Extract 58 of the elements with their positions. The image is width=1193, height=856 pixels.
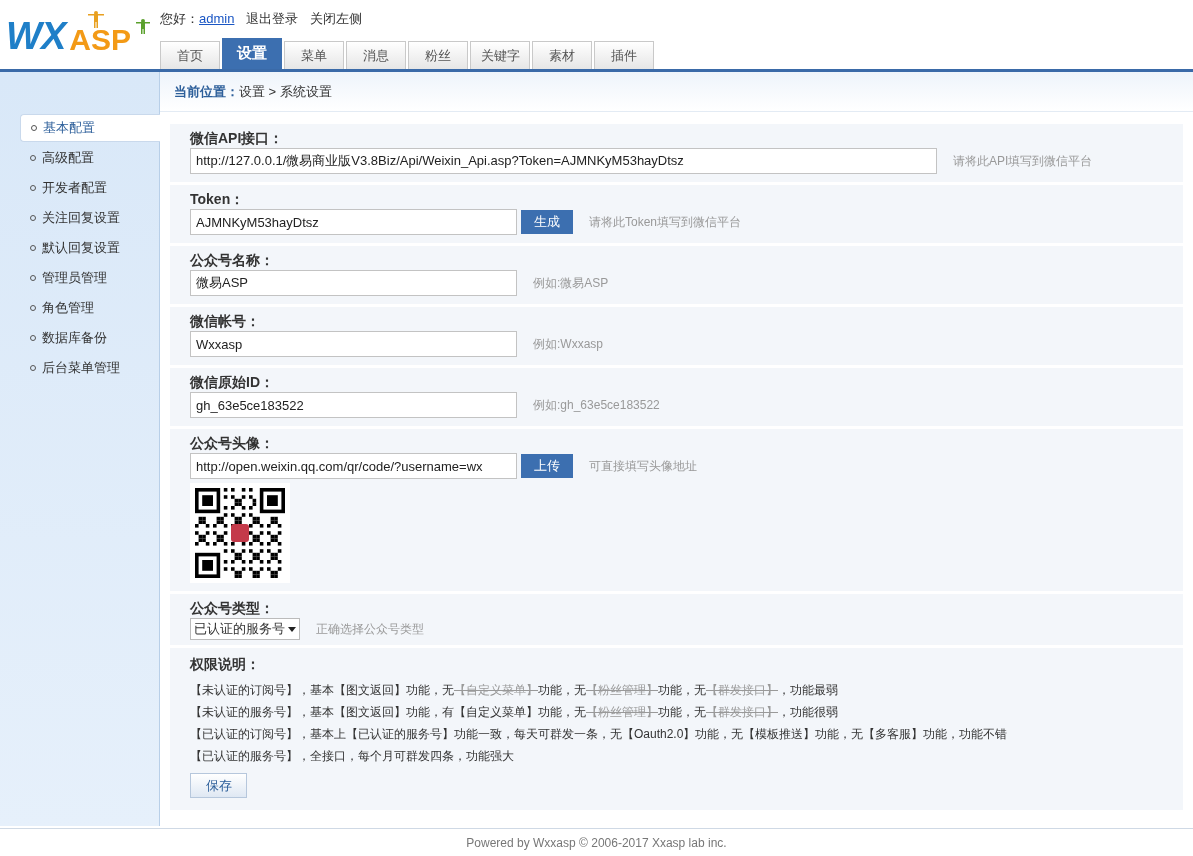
- sidebar-item[interactable]: 默认回复设置: [20, 234, 159, 262]
- tab[interactable]: 关键字: [470, 41, 530, 69]
- field-label: 公众号头像：: [190, 433, 275, 453]
- sidebar-item[interactable]: 后台菜单管理: [20, 354, 159, 382]
- field-label: 微信原始ID：: [190, 372, 275, 392]
- hint-text: 请将此API填写到微信平台: [953, 153, 1093, 170]
- tab[interactable]: 菜单: [284, 41, 344, 69]
- sidebar-item[interactable]: 开发者配置: [20, 174, 159, 202]
- hint-text: 例如:微易ASP: [533, 275, 609, 292]
- breadcrumb-path: 设置 > 系统设置: [239, 82, 332, 101]
- caret-icon: [288, 626, 296, 632]
- text-input[interactable]: http://127.0.0.1/微易商业版V3.8Biz/Api/Weixin_Api.asp?Token=AJMNKyM53hayDtsz: [190, 148, 937, 174]
- field-label: 公众号类型：: [190, 598, 275, 618]
- hint-text: 请将此Token填写到微信平台: [589, 214, 742, 231]
- tab[interactable]: 消息: [346, 41, 406, 69]
- logo-text: WX: [6, 17, 66, 55]
- sidebar-item[interactable]: 基本配置: [20, 114, 160, 142]
- permission-line: 【未认证的服务号】，基本【图文返回】功能，有【自定义菜单】功能，无【粉丝管理】功能，无【群发接口】，功能很弱: [190, 704, 839, 721]
- hint-text: 可直接填写头像地址: [589, 458, 697, 475]
- text-input[interactable]: http://open.weixin.qq.com/qr/code/?username=wx: [190, 453, 517, 479]
- text-input[interactable]: Wxxasp: [190, 331, 517, 357]
- user-link[interactable]: admin: [199, 9, 235, 34]
- save-button[interactable]: 保存: [190, 773, 247, 798]
- generate-button[interactable]: 生成: [521, 210, 573, 234]
- text-input[interactable]: AJMNKyM53hayDtsz: [190, 209, 517, 235]
- tab[interactable]: 素材: [532, 41, 592, 69]
- tab[interactable]: 粉丝: [408, 41, 468, 69]
- field-label: Token：: [190, 189, 246, 209]
- permission-line: 【已认证的服务号】，全接口，每个月可群发四条，功能强大: [190, 748, 515, 765]
- permissions-title: 权限说明：: [190, 655, 261, 674]
- field-label: 微信帐号：: [190, 311, 261, 331]
- hint-text: 例如:Wxxasp: [533, 336, 603, 353]
- logo-text: ASP: [69, 25, 131, 55]
- tab[interactable]: 插件: [594, 41, 654, 69]
- sidebar-item[interactable]: 管理员管理: [20, 264, 159, 292]
- field-label: 公众号名称：: [190, 250, 275, 270]
- type-dropdown[interactable]: 已认证的服务号: [190, 618, 300, 640]
- tab[interactable]: 首页: [160, 41, 220, 69]
- field-label: 微信API接口：: [190, 128, 285, 148]
- hint-text: 正确选择公众号类型: [316, 621, 424, 638]
- tab[interactable]: 设置: [222, 38, 282, 69]
- upload-button[interactable]: 上传: [521, 454, 573, 478]
- breadcrumb-label: 当前位置：: [174, 82, 239, 101]
- sidebar-item[interactable]: 关注回复设置: [20, 204, 159, 232]
- text-input[interactable]: 微易ASP: [190, 270, 517, 296]
- sidebar-item[interactable]: 高级配置: [20, 144, 159, 172]
- footer-text: Powered by Wxxasp © 2006-2017 Xxasp lab inc.: [466, 834, 727, 852]
- sidebar-item[interactable]: 数据库备份: [20, 324, 159, 352]
- permission-line: 【已认证的订阅号】，基本上【已认证的服务号】功能一致，每天可群发一条，无【Oauth2.0】功能，无【模板推送】功能，无【多客服】功能，功能不错: [190, 726, 1009, 743]
- permission-line: 【未认证的订阅号】，基本【图文返回】功能，无【自定义菜单】功能，无【粉丝管理】功能，无【群发接口】，功能最弱: [190, 682, 839, 699]
- text-input[interactable]: gh_63e5ce183522: [190, 392, 517, 418]
- figure-icon: [136, 18, 150, 34]
- greeting-text: 您好：: [160, 10, 199, 28]
- figure-icon: [88, 10, 104, 28]
- logout-link[interactable]: 退出登录: [246, 9, 299, 34]
- close-sidebar-link[interactable]: 关闭左侧: [310, 9, 363, 34]
- hint-text: 例如:gh_63e5ce183522: [533, 397, 660, 414]
- sidebar-item[interactable]: 角色管理: [20, 294, 159, 322]
